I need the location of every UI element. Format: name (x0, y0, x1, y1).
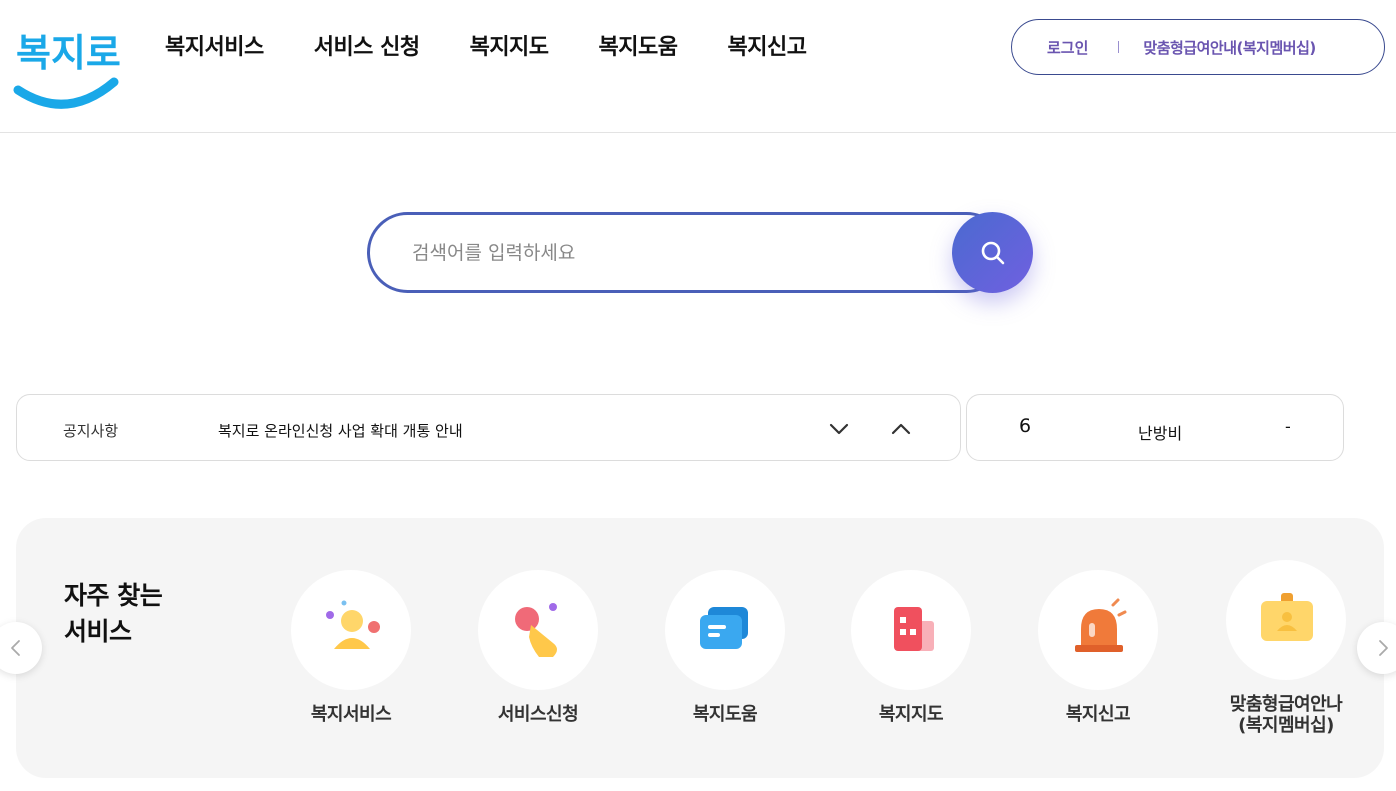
frequent-services-title: 자주 찾는 서비스 (64, 578, 163, 650)
site-header: 복지로 복지서비스 서비스 신청 복지지도 복지도움 복지신고 로그인 맞춤형급… (0, 0, 1396, 133)
service-icon-circle (851, 570, 971, 690)
notice-prev-button[interactable] (887, 415, 915, 443)
nav-welfare-report[interactable]: 복지신고 (728, 30, 807, 66)
nav-service-apply[interactable]: 서비스 신청 (314, 30, 420, 66)
frequent-services: 자주 찾는 서비스 복지서비스 서비스신청 복지도움 복지지도 복지신고 맞춤형… (16, 518, 1384, 778)
chevron-down-icon (829, 423, 849, 435)
service-label: 복지신고 (1065, 704, 1131, 725)
membership-link[interactable]: 맞춤형급여안내(복지멤버십) (1143, 37, 1316, 58)
logo-text: 복지로 (16, 31, 121, 75)
login-link[interactable]: 로그인 (1047, 37, 1088, 58)
notice-text[interactable]: 복지로 온라인신청 사업 확대 개통 안내 (218, 420, 463, 441)
search-bar (367, 212, 1033, 293)
popular-keyword-bar: 6 난방비 - (966, 394, 1344, 461)
search-icon (981, 241, 1004, 264)
chevron-right-icon (1379, 640, 1388, 656)
service-label: 서비스신청 (497, 704, 579, 725)
logo[interactable]: 복지로 (12, 12, 122, 112)
keyword-text[interactable]: 난방비 (1138, 420, 1182, 444)
building-icon (894, 607, 934, 651)
nav-welfare-map[interactable]: 복지지도 (470, 30, 549, 66)
service-label: 복지도움 (692, 704, 758, 725)
service-icon-circle (665, 570, 785, 690)
nav-welfare-service[interactable]: 복지서비스 (165, 30, 264, 66)
service-icon-circle (1038, 570, 1158, 690)
pointing-hand-icon (515, 603, 557, 657)
logo-icon: 복지로 (13, 31, 121, 109)
service-label: 복지서비스 (310, 704, 392, 725)
notice-next-button[interactable] (825, 415, 853, 443)
service-welfare-service[interactable]: 복지서비스 (271, 570, 431, 725)
util-menu: 로그인 맞춤형급여안내(복지멤버십) (1011, 19, 1385, 75)
service-apply[interactable]: 서비스신청 (458, 570, 618, 725)
nav-welfare-help[interactable]: 복지도움 (599, 30, 678, 66)
chevron-left-icon (11, 640, 20, 656)
main-nav: 복지서비스 서비스 신청 복지지도 복지도움 복지신고 (165, 30, 856, 66)
notice-bar: 공지사항 복지로 온라인신청 사업 확대 개통 안내 (16, 394, 961, 461)
chat-bubble-icon (700, 607, 748, 649)
service-welfare-report[interactable]: 복지신고 (1018, 570, 1178, 725)
service-label: 복지지도 (878, 704, 944, 725)
service-welfare-help[interactable]: 복지도움 (645, 570, 805, 725)
service-membership[interactable]: 맞춤형급여안나 (복지멤버십) (1206, 560, 1366, 736)
util-divider (1118, 41, 1120, 53)
service-icon-circle (291, 570, 411, 690)
service-icon-circle (1226, 560, 1346, 680)
search-input[interactable] (367, 212, 1007, 293)
frequent-title-line2: 서비스 (64, 617, 132, 646)
siren-icon (1075, 598, 1127, 652)
notice-label: 공지사항 (63, 422, 119, 440)
id-card-icon (1261, 593, 1313, 641)
service-welfare-map[interactable]: 복지지도 (831, 570, 991, 725)
service-icon-circle (478, 570, 598, 690)
people-icon (326, 600, 380, 649)
service-label: 맞춤형급여안나 (복지멤버십) (1229, 694, 1343, 736)
frequent-title-line1: 자주 찾는 (64, 581, 163, 610)
chevron-up-icon (891, 423, 911, 435)
search-button[interactable] (952, 212, 1033, 293)
keyword-rank: 6 (1019, 415, 1032, 437)
keyword-change: - (1285, 417, 1291, 436)
